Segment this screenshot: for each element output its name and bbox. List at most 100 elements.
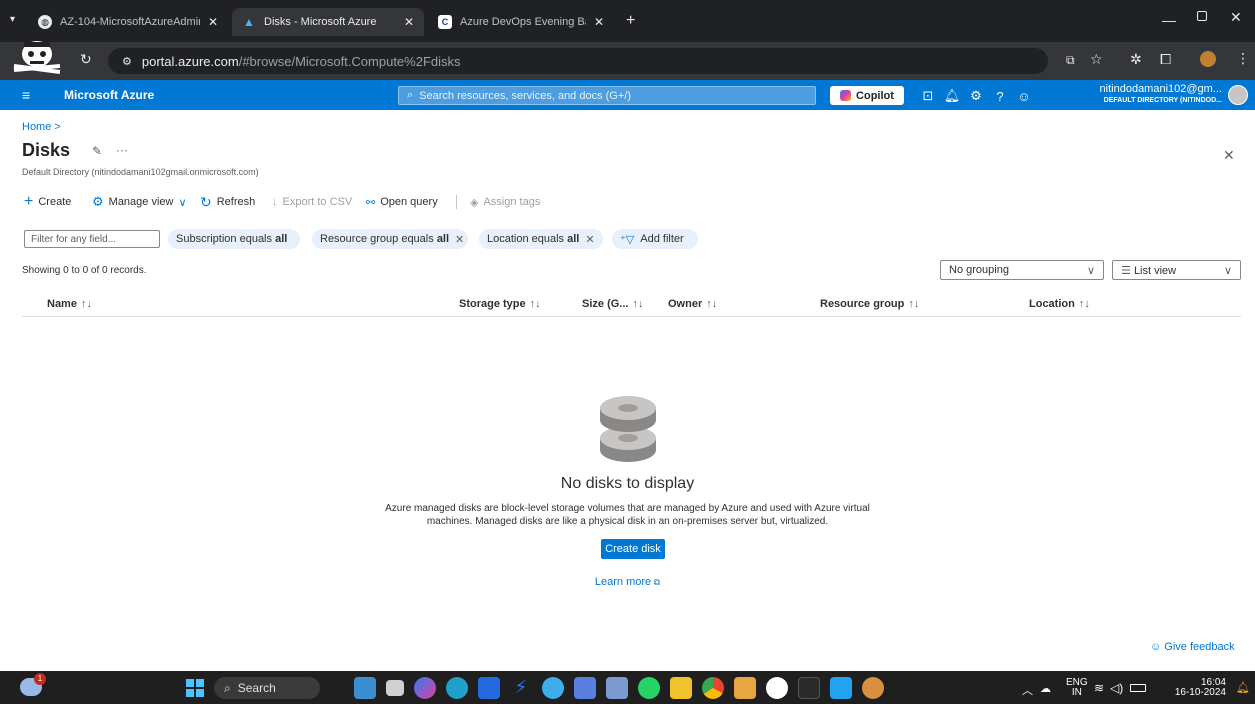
onedrive-icon[interactable]: ☁: [1040, 682, 1051, 695]
column-header-owner[interactable]: Owner ↑↓: [668, 298, 717, 310]
terminal-app-icon[interactable]: [798, 677, 820, 699]
assign-tags-button[interactable]: ◈ Assign tags: [470, 194, 540, 210]
windows-start-icon[interactable]: [186, 679, 204, 697]
remove-filter-icon[interactable]: ✕: [455, 233, 464, 246]
export-csv-button[interactable]: ↓ Export to CSV: [272, 194, 352, 210]
taskbar-search[interactable]: ⌕ Search: [214, 677, 320, 699]
profile-avatar-icon[interactable]: [1200, 51, 1216, 67]
vscode-icon[interactable]: [830, 677, 852, 699]
close-tab-icon[interactable]: ✕: [208, 15, 218, 29]
notifications-bell-icon[interactable]: 🔔︎: [944, 88, 961, 104]
portal-menu-icon[interactable]: ≡: [22, 87, 30, 103]
install-app-icon[interactable]: ⧉: [1066, 53, 1075, 68]
global-search-input[interactable]: ⌕ Search resources, services, and docs (…: [398, 86, 816, 105]
location-filter-pill[interactable]: Location equals all ✕: [479, 229, 603, 249]
extension-icon[interactable]: ✲: [1130, 51, 1142, 68]
address-bar[interactable]: ⚙ portal.azure.com/#browse/Microsoft.Com…: [108, 48, 1048, 74]
manage-view-button[interactable]: ⚙ Manage view ∨: [92, 194, 187, 210]
restore-window-icon[interactable]: [1197, 11, 1207, 21]
widgets-app-icon[interactable]: [354, 677, 376, 699]
show-hidden-icons[interactable]: ︿: [1022, 682, 1033, 698]
taskbar-search-label: Search: [237, 681, 276, 695]
refresh-button[interactable]: ↻ Refresh: [200, 194, 255, 210]
file-explorer-icon[interactable]: [670, 677, 692, 699]
subscription-filter-pill[interactable]: Subscription equals all: [168, 229, 300, 249]
calculator-app-icon[interactable]: [606, 677, 628, 699]
feedback-icon: ☺: [1150, 641, 1162, 653]
whatsapp-icon[interactable]: [638, 677, 660, 699]
tab-title: AZ-104-MicrosoftAzureAdmini: [60, 16, 200, 28]
new-tab-button[interactable]: +: [626, 12, 635, 30]
view-dropdown[interactable]: ☰ List view ∨: [1112, 260, 1241, 280]
query-icon: ⚯: [366, 196, 376, 209]
help-icon[interactable]: ?: [992, 88, 1008, 104]
notification-bell-icon[interactable]: 🔔︎: [1236, 681, 1250, 694]
copilot-button[interactable]: Copilot: [830, 86, 904, 105]
close-tab-icon[interactable]: ✕: [594, 15, 604, 29]
task-view-icon[interactable]: [386, 680, 404, 696]
add-filter-button[interactable]: ⁺▽ Add filter: [612, 229, 698, 249]
close-blade-icon[interactable]: ✕: [1223, 147, 1235, 164]
profile-character-icon[interactable]: [10, 36, 64, 76]
browser-menu-icon[interactable]: ⋮: [1236, 50, 1250, 67]
column-header-name[interactable]: Name ↑↓: [47, 298, 92, 310]
minimize-window-icon[interactable]: —: [1162, 12, 1176, 28]
pin-icon[interactable]: ✎: [92, 144, 102, 158]
breadcrumb-home[interactable]: Home >: [22, 121, 61, 133]
account-info[interactable]: nitindodamani102@gm... DEFAULT DIRECTORY…: [1082, 84, 1222, 106]
empty-state-title: No disks to display: [560, 475, 695, 492]
grouping-dropdown[interactable]: No grouping ∨: [940, 260, 1104, 280]
remove-filter-icon[interactable]: ✕: [585, 233, 594, 246]
character-app-icon[interactable]: [862, 677, 884, 699]
give-feedback-link[interactable]: ☺ Give feedback: [1150, 641, 1235, 653]
search-icon: ⌕: [407, 89, 414, 101]
feedback-icon[interactable]: ☺: [1016, 88, 1032, 104]
language-indicator[interactable]: ENG IN: [1066, 678, 1088, 698]
column-header-storage-type[interactable]: Storage type ↑↓: [459, 298, 541, 310]
power-automate-icon[interactable]: ⚡︎: [510, 677, 532, 699]
paint-app-icon[interactable]: [734, 677, 756, 699]
bookmark-star-icon[interactable]: ☆: [1090, 51, 1103, 68]
dropbox-icon[interactable]: [478, 677, 500, 699]
sort-icon: ↑↓: [908, 298, 920, 310]
site-info-icon[interactable]: ⚙: [122, 55, 132, 68]
settings-gear-icon[interactable]: ⚙: [968, 88, 984, 104]
extensions-puzzle-icon[interactable]: ⧠: [1160, 51, 1171, 68]
copilot-app-icon[interactable]: [414, 677, 436, 699]
description-line: machines. Managed disks are like a physi…: [426, 516, 829, 527]
browser-tab-disks[interactable]: ▲ Disks - Microsoft Azure ✕: [232, 8, 424, 36]
battery-icon[interactable]: [1130, 684, 1146, 692]
resource-group-filter-pill[interactable]: Resource group equals all ✕: [312, 229, 468, 249]
close-window-icon[interactable]: ✕: [1230, 9, 1242, 26]
clock-date: 16-10-2024: [1174, 687, 1226, 698]
wifi-icon[interactable]: ≋: [1094, 681, 1104, 695]
tab-search-dropdown-icon[interactable]: ▾: [10, 14, 15, 25]
reload-icon[interactable]: ↻: [80, 51, 92, 68]
refresh-icon: ↻: [200, 193, 212, 210]
edge-browser-icon[interactable]: [446, 677, 468, 699]
create-disk-button[interactable]: Create disk: [601, 539, 665, 559]
filter-input[interactable]: Filter for any field...: [24, 230, 160, 248]
avatar[interactable]: [1228, 85, 1248, 105]
clock[interactable]: 16:04 16-10-2024: [1166, 678, 1226, 698]
create-button[interactable]: + Create: [24, 193, 72, 210]
teams-app-icon[interactable]: [766, 677, 788, 699]
column-header-location[interactable]: Location ↑↓: [1029, 298, 1090, 310]
chrome-browser-icon[interactable]: [702, 677, 724, 699]
azure-brand[interactable]: Microsoft Azure: [64, 88, 154, 102]
learn-more-link[interactable]: Learn more ⧉: [0, 576, 1255, 588]
chat-app-icon[interactable]: [574, 677, 596, 699]
browser-tab-az104[interactable]: ◍ AZ-104-MicrosoftAzureAdmini ✕: [28, 8, 228, 36]
create-label: Create: [38, 196, 72, 208]
more-actions-icon[interactable]: ···: [116, 143, 128, 157]
copilot-icon: [840, 90, 852, 101]
cloud-shell-icon[interactable]: ⊡: [920, 88, 936, 104]
column-header-size[interactable]: Size (G... ↑↓: [582, 298, 643, 310]
open-query-button[interactable]: ⚯ Open query: [366, 194, 438, 210]
view-value: List view: [1133, 264, 1177, 277]
photos-app-icon[interactable]: [542, 677, 564, 699]
column-header-resource-group[interactable]: Resource group ↑↓: [820, 298, 919, 310]
volume-icon[interactable]: ◁): [1110, 681, 1123, 695]
browser-tab-devops[interactable]: C Azure DevOps Evening Batch- ✕: [428, 8, 614, 36]
close-tab-icon[interactable]: ✕: [404, 15, 414, 29]
